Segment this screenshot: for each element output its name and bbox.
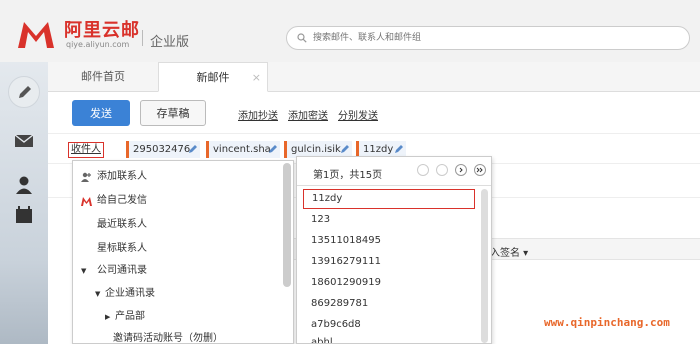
pager-scrollbar[interactable]	[481, 189, 488, 343]
aliyun-m-icon	[81, 197, 92, 206]
list-item[interactable]: a7b9c6d8	[303, 315, 475, 335]
pencil-icon	[19, 86, 31, 98]
compose-button[interactable]	[8, 76, 40, 108]
aliyun-mail-logo-icon	[18, 22, 54, 48]
contacts-item-recent[interactable]: 最近联系人	[97, 215, 147, 235]
add-cc-link[interactable]: 添加抄送	[238, 107, 278, 122]
save-draft-button[interactable]: 存草稿	[140, 100, 206, 126]
last-page-icon[interactable]	[474, 164, 486, 176]
list-item[interactable]: 869289781	[303, 294, 475, 314]
insert-signature-dropdown[interactable]: 入签名 ▾	[490, 244, 528, 259]
recipient-chip[interactable]: 295032476	[126, 141, 200, 158]
next-page-icon[interactable]	[455, 164, 467, 176]
pager-title: 第1页，共15页	[313, 170, 383, 181]
add-bcc-link[interactable]: 添加密送	[288, 107, 328, 122]
caret-down-icon: ▼	[81, 267, 87, 275]
tab-mail-home[interactable]: 邮件首页	[48, 62, 158, 92]
chevron-right-icon	[459, 167, 463, 173]
recipient-chip-text: gulcin.isik	[291, 144, 341, 155]
pager-divider	[297, 185, 491, 186]
contacts-item-label: 添加联系人	[97, 171, 147, 182]
contacts-item-enterprise[interactable]: ▼ 企业通讯录	[95, 284, 155, 304]
list-item[interactable]: 13916279111	[303, 252, 475, 272]
first-page-icon[interactable]	[417, 164, 429, 176]
calendar-icon[interactable]	[13, 204, 35, 226]
list-item[interactable]: 18601290919	[303, 273, 475, 293]
brand-name: 阿里云邮	[64, 20, 140, 41]
left-sidebar	[0, 62, 48, 344]
caret-right-icon: ▶	[105, 313, 111, 321]
contacts-item-label: 企业通讯录	[105, 288, 155, 299]
recipient-chip-text: 11zdy	[363, 144, 394, 155]
recipient-chip-text: vincent.sha	[213, 144, 271, 155]
brand-divider	[142, 30, 143, 46]
tab-bar: 邮件首页 新邮件 ×	[48, 62, 700, 92]
caret-down-icon: ▼	[95, 290, 101, 298]
contacts-item-label: 公司通讯录	[97, 265, 147, 276]
list-item[interactable]: 11zdy	[303, 189, 475, 209]
send-button[interactable]: 发送	[72, 100, 130, 126]
list-item[interactable]: abhl	[303, 334, 475, 343]
double-chevron-right-icon	[476, 167, 483, 173]
contacts-item-product-dept[interactable]: ▶ 产品部	[105, 307, 145, 327]
contacts-dropdown: 添加联系人 给自己发信 最近联系人 星标联系人 ▼ 公司通讯录 ▼ 企业通讯录 …	[72, 160, 294, 344]
list-item[interactable]: 123	[303, 210, 475, 230]
search-icon	[297, 33, 307, 43]
search-box[interactable]	[286, 26, 690, 50]
tab-close-icon[interactable]: ×	[252, 63, 261, 93]
prev-page-icon[interactable]	[436, 164, 448, 176]
list-item[interactable]: 13511018495	[303, 231, 475, 251]
app-header: 阿里云邮 qiye.aliyun.com 企业版	[0, 0, 700, 62]
edit-icon[interactable]	[188, 144, 198, 154]
contacts-item-label: 给自己发信	[97, 195, 147, 206]
brand-url: qiye.aliyun.com	[66, 40, 130, 49]
search-input[interactable]	[313, 30, 683, 46]
compose-toolbar: 发送 存草稿 添加抄送 添加密送 分别发送	[48, 92, 700, 134]
contacts-item-starred[interactable]: 星标联系人	[97, 239, 147, 259]
contacts-item-invite-account[interactable]: 邀请码活动账号（勿删）	[113, 329, 223, 344]
edit-icon[interactable]	[268, 144, 278, 154]
contacts-scrollbar[interactable]	[283, 163, 291, 287]
contacts-item-label: 产品部	[115, 311, 145, 322]
recipient-chip-text: 295032476	[133, 144, 191, 155]
contacts-icon[interactable]	[13, 174, 35, 196]
tab-new-mail[interactable]: 新邮件 ×	[158, 62, 268, 92]
recipient-label[interactable]: 收件人	[68, 142, 104, 158]
brand-edition: 企业版	[150, 35, 190, 50]
tab-new-mail-label: 新邮件	[196, 71, 230, 84]
contacts-item-company[interactable]: ▼ 公司通讯录	[81, 261, 147, 281]
separate-send-link[interactable]: 分别发送	[338, 107, 378, 122]
edit-icon[interactable]	[340, 144, 350, 154]
add-person-icon	[81, 172, 91, 182]
mail-icon[interactable]	[13, 130, 35, 152]
contacts-pager-list: 第1页，共15页 11zdy 123 13511018495 139162791…	[296, 156, 492, 344]
edit-icon[interactable]	[394, 144, 404, 154]
watermark: www.qinpinchang.com	[544, 316, 670, 329]
recipient-chip[interactable]: vincent.sha	[206, 141, 280, 158]
